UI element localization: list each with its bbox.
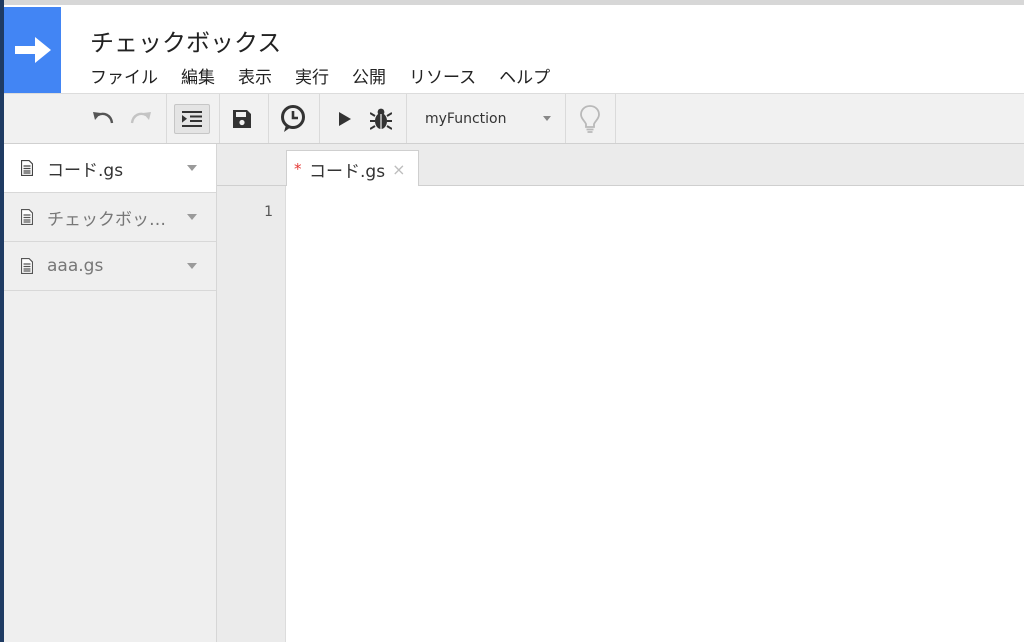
redo-icon (130, 111, 151, 123)
toolbar-separator (615, 94, 616, 143)
line-number-gutter: 1 (217, 186, 286, 642)
toolbar-separator (319, 94, 320, 143)
debug-button[interactable] (366, 94, 396, 143)
run-button[interactable] (331, 94, 359, 143)
menu-file[interactable]: ファイル (90, 63, 158, 88)
document-icon (21, 209, 33, 225)
toolbar-separator (219, 94, 220, 143)
code-editor[interactable] (286, 186, 1024, 642)
file-name: コード.gs (47, 160, 124, 181)
triggers-button[interactable] (276, 94, 310, 143)
indent-icon (182, 110, 202, 127)
menu-run[interactable]: 実行 (295, 63, 329, 88)
save-icon (233, 109, 251, 128)
undo-button[interactable] (88, 94, 118, 143)
editor-area: * コード.gs × 1 (217, 144, 1024, 642)
apps-script-logo[interactable] (4, 7, 61, 93)
toolbar-separator (565, 94, 566, 143)
line-number: 1 (264, 204, 273, 220)
save-button[interactable] (225, 94, 259, 143)
toolbar-separator (268, 94, 269, 143)
unsaved-indicator: * (294, 160, 302, 178)
clock-icon (281, 104, 305, 132)
menu-resources[interactable]: リソース (409, 63, 476, 88)
undo-icon (93, 111, 114, 123)
auto-indent-toggle (174, 103, 210, 134)
toolbar-separator (166, 94, 167, 143)
redo-button[interactable] (126, 94, 156, 143)
bug-icon (370, 108, 392, 130)
menu-bar: ファイル 編集 表示 実行 公開 リソース ヘルプ (90, 63, 573, 88)
file-menu-caret-icon[interactable] (187, 263, 197, 269)
header: チェックボックス ファイル 編集 表示 実行 公開 リソース ヘルプ (4, 0, 1024, 93)
suggestion-button[interactable] (573, 94, 607, 143)
function-select[interactable]: myFunction (407, 94, 565, 143)
file-item[interactable]: コード.gs (4, 144, 216, 193)
close-icon[interactable]: × (392, 160, 405, 179)
document-icon (21, 160, 33, 176)
file-sidebar: コード.gs チェックボッ… aaa.gs (4, 144, 217, 642)
menu-edit[interactable]: 編集 (181, 63, 215, 88)
file-menu-caret-icon[interactable] (187, 165, 197, 171)
play-icon (339, 111, 351, 126)
lightbulb-icon (580, 104, 600, 133)
menu-help[interactable]: ヘルプ (499, 63, 550, 88)
auto-indent-button[interactable] (172, 94, 212, 143)
chevron-down-icon (543, 116, 551, 121)
apps-script-editor: チェックボックス ファイル 編集 表示 実行 公開 リソース ヘルプ myFun… (4, 0, 1024, 642)
arrow-right-icon (14, 37, 51, 63)
file-name: チェックボッ… (47, 209, 166, 230)
function-select-value: myFunction (425, 110, 507, 127)
file-item[interactable]: チェックボッ… (4, 193, 216, 242)
file-menu-caret-icon[interactable] (187, 214, 197, 220)
tab-bar: * コード.gs × (217, 144, 1024, 187)
toolbar: myFunction (4, 93, 1024, 144)
file-item[interactable]: aaa.gs (4, 242, 216, 291)
document-icon (21, 258, 33, 274)
menu-publish[interactable]: 公開 (352, 63, 386, 88)
project-title[interactable]: チェックボックス (90, 23, 281, 58)
tab-code-gs[interactable]: * コード.gs × (286, 150, 419, 187)
file-name: aaa.gs (47, 256, 104, 276)
menu-view[interactable]: 表示 (238, 63, 272, 88)
tab-label: コード.gs (309, 161, 386, 182)
